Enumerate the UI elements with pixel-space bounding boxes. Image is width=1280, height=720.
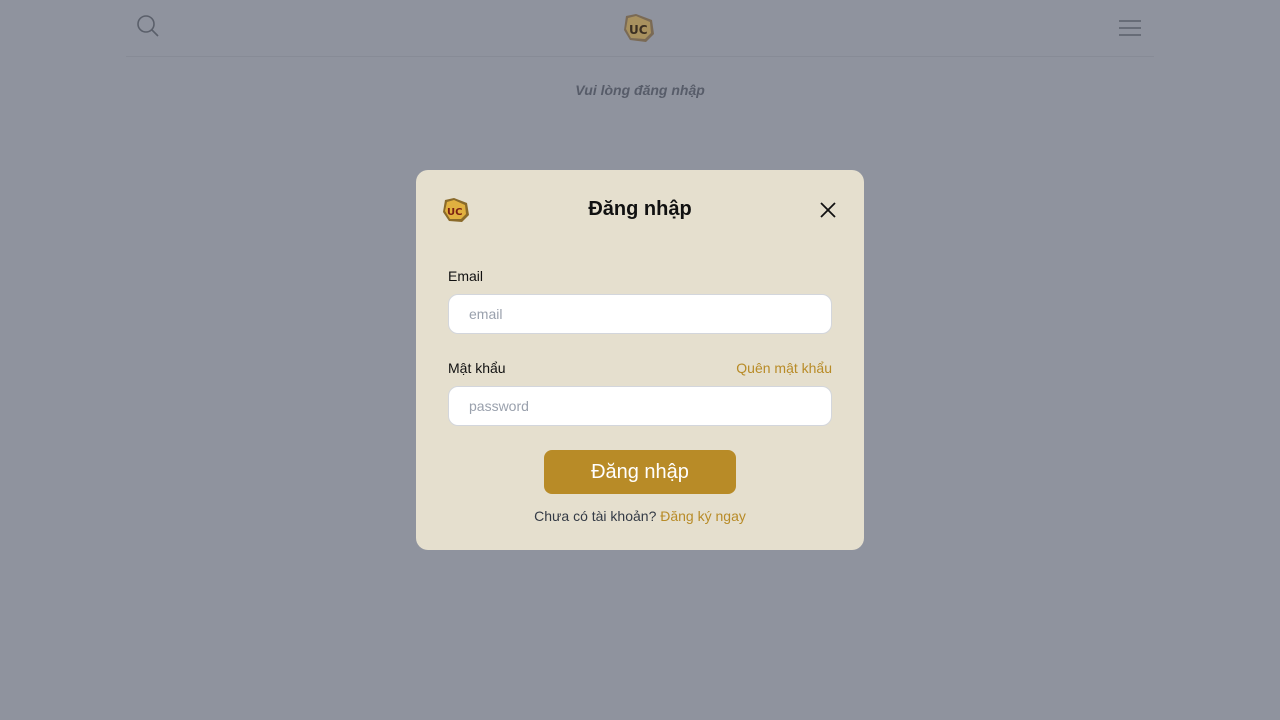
password-field[interactable] [448, 386, 832, 426]
signup-link[interactable]: Đăng ký ngay [660, 508, 746, 524]
hamburger-menu-icon[interactable] [1118, 16, 1142, 40]
signup-prompt-line: Chưa có tài khoản? Đăng ký ngay [416, 508, 864, 524]
password-label: Mật khẩu [448, 360, 506, 376]
modal-title: Đăng nhập [588, 198, 692, 220]
search-icon[interactable] [136, 14, 160, 38]
page: UC Vui lòng đăng nhập UC Đăng nhập Email [0, 0, 1280, 720]
brand-logo-icon[interactable]: UC [622, 12, 656, 44]
login-required-notice: Vui lòng đăng nhập [575, 82, 705, 98]
login-modal: UC Đăng nhập Email Mật khẩu Quên mật khẩ… [416, 170, 864, 550]
login-button[interactable]: Đăng nhập [544, 450, 736, 494]
close-icon[interactable] [818, 200, 838, 220]
email-field[interactable] [448, 294, 832, 334]
forgot-password-link[interactable]: Quên mật khẩu [736, 360, 832, 376]
signup-prompt-text: Chưa có tài khoản? [534, 508, 657, 524]
email-label: Email [448, 268, 484, 284]
svg-text:UC: UC [629, 23, 648, 37]
